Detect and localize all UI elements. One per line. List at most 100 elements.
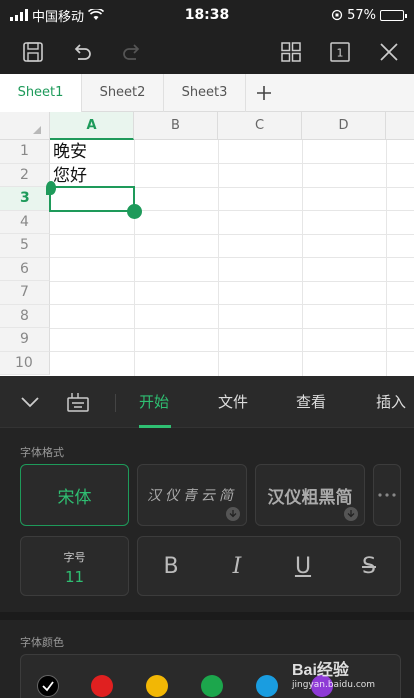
window-count-button[interactable]: 1 [323, 36, 357, 68]
row-header-2[interactable]: 2 [0, 163, 50, 187]
color-swatch-blue[interactable] [256, 675, 278, 697]
close-button[interactable] [372, 36, 406, 68]
bold-button[interactable]: B [138, 537, 204, 595]
italic-label: I [232, 553, 242, 579]
cell-a2[interactable]: 您好 [53, 165, 87, 188]
font-option-qingyun[interactable]: 汉仪青云简 [137, 464, 247, 526]
download-icon[interactable] [226, 507, 240, 521]
keyboard-icon [67, 393, 89, 412]
font-option-label: 汉仪粗黑简 [267, 487, 353, 508]
tab-sheet3[interactable]: Sheet3 [164, 74, 246, 112]
baidu-watermark: Bai经验 jingyan.baidu.com [292, 656, 412, 696]
add-sheet-button[interactable] [246, 74, 282, 112]
format-panel: 开始 文件 查看 插入 字体格式 宋体 汉仪青云简 汉仪粗黑简 字号 11 B … [0, 376, 414, 698]
battery-icon [380, 9, 407, 21]
row-header-3[interactable]: 3 [0, 187, 50, 211]
font-color-label: 字体颜色 [20, 636, 64, 649]
font-option-label: 汉仪青云简 [147, 488, 237, 504]
row-header-9[interactable]: 9 [0, 328, 50, 352]
font-size-selector[interactable]: 字号 11 [20, 536, 129, 596]
grid-line [50, 304, 414, 305]
wifi-icon [88, 9, 105, 20]
spreadsheet-grid[interactable]: A B C D 1 2 3 4 5 6 7 8 9 10 晚安 您好 [0, 112, 414, 376]
close-icon [380, 43, 398, 61]
color-swatch-red[interactable] [91, 675, 113, 697]
battery-percent: 57% [347, 7, 376, 23]
redo-icon [123, 44, 140, 60]
row-header-6[interactable]: 6 [0, 257, 50, 281]
svg-text:1: 1 [337, 47, 344, 60]
grid-line [50, 280, 414, 282]
more-icon [378, 493, 396, 497]
carrier-name: 中国移动 [32, 9, 85, 25]
row-header-5[interactable]: 5 [0, 234, 50, 258]
color-swatch-yellow[interactable] [146, 675, 168, 697]
column-header-partial[interactable] [386, 112, 414, 140]
section-divider [0, 612, 414, 620]
column-header-a[interactable]: A [50, 112, 134, 140]
plus-icon [257, 86, 271, 100]
grid-line [50, 257, 414, 258]
underline-button[interactable]: U [270, 537, 336, 595]
download-icon[interactable] [344, 507, 358, 521]
row-header-7[interactable]: 7 [0, 281, 50, 305]
tab-insert[interactable]: 插入 [376, 376, 406, 428]
undo-button[interactable] [66, 36, 100, 68]
tab-file[interactable]: 文件 [218, 376, 248, 428]
tab-start[interactable]: 开始 [139, 376, 169, 428]
font-size-label: 字号 [63, 551, 86, 564]
tab-sheet1[interactable]: Sheet1 [0, 74, 82, 112]
signal-icon [10, 9, 28, 21]
window-count-icon: 1 [330, 42, 350, 62]
panel-tab-bar: 开始 文件 查看 插入 [0, 376, 414, 428]
text-style-group: B I U S [137, 536, 401, 596]
orientation-lock-icon [331, 9, 343, 21]
cell-a1[interactable]: 晚安 [53, 141, 87, 164]
grid-line [386, 140, 387, 376]
undo-icon [74, 44, 91, 60]
tab-view[interactable]: 查看 [296, 376, 326, 428]
keyboard-button[interactable] [66, 391, 90, 417]
row-header-4[interactable]: 4 [0, 210, 50, 234]
active-tab-indicator [139, 425, 171, 428]
grid-line [50, 327, 414, 329]
underline-label: U [294, 553, 312, 579]
strikethrough-label: S [362, 553, 376, 579]
column-header-c[interactable]: C [218, 112, 302, 140]
tab-sheet2[interactable]: Sheet2 [82, 74, 164, 112]
selection-fill-handle[interactable] [127, 204, 142, 219]
row-header-8[interactable]: 8 [0, 304, 50, 328]
grid-icon [281, 42, 301, 62]
redo-button[interactable] [114, 36, 148, 68]
font-option-cuhei[interactable]: 汉仪粗黑简 [255, 464, 365, 526]
font-format-label: 字体格式 [20, 446, 64, 459]
grid-line [50, 163, 414, 164]
italic-button[interactable]: I [204, 537, 270, 595]
font-size-value: 11 [64, 568, 85, 586]
collapse-panel-button[interactable] [20, 392, 40, 416]
row-header-1[interactable]: 1 [0, 140, 50, 164]
grid-line [134, 140, 135, 376]
save-icon [23, 42, 43, 62]
select-all-corner[interactable] [0, 112, 50, 140]
color-swatch-black[interactable] [37, 675, 59, 697]
font-option-songti[interactable]: 宋体 [20, 464, 129, 526]
selection-start-handle[interactable] [46, 181, 56, 195]
column-header-d[interactable]: D [302, 112, 386, 140]
grid-view-button[interactable] [274, 36, 308, 68]
grid-line [218, 140, 219, 376]
status-bar: 中国移动 18:38 57% [0, 0, 414, 30]
more-fonts-button[interactable] [373, 464, 401, 526]
sheet-tab-bar: Sheet1 Sheet2 Sheet3 [0, 74, 414, 112]
strikethrough-button[interactable]: S [336, 537, 402, 595]
bold-label: B [163, 553, 179, 579]
selected-cell-a3[interactable] [49, 186, 135, 212]
chevron-down-icon [21, 397, 39, 408]
row-header-10[interactable]: 10 [0, 351, 50, 375]
grid-line [302, 140, 303, 376]
column-header-b[interactable]: B [134, 112, 218, 140]
color-swatch-green[interactable] [201, 675, 223, 697]
save-button[interactable] [16, 36, 50, 68]
watermark-brand: Bai经验 [292, 662, 349, 679]
toolbar: 1 [0, 30, 414, 74]
